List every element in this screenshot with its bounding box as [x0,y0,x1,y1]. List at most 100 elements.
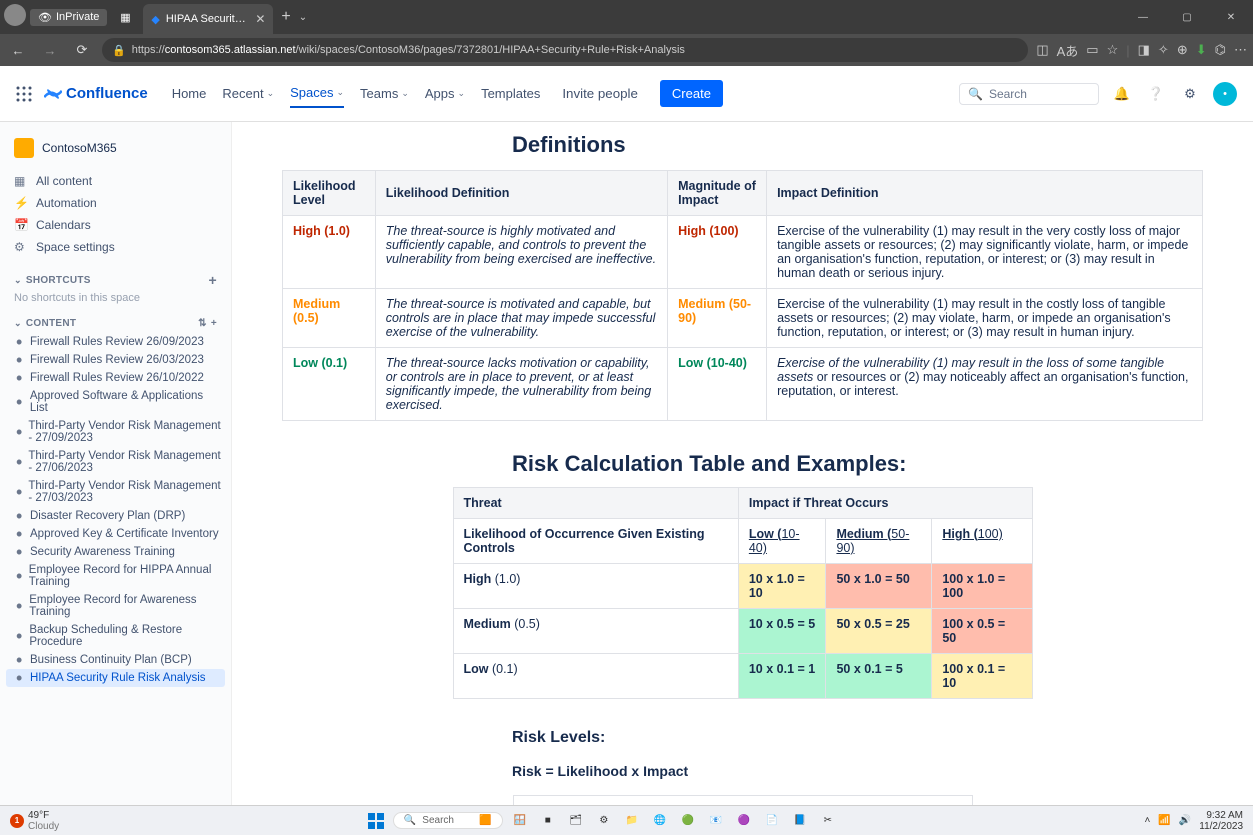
content-item[interactable]: •Third-Party Vendor Risk Management - 27… [6,417,225,447]
search-input[interactable]: 🔍 Search [959,83,1099,105]
impact-magnitude: High (100) [678,224,738,238]
split-screen-icon[interactable]: ▭ [1086,42,1098,58]
weather-widget[interactable]: 1 49°F Cloudy [10,810,59,832]
add-content-button[interactable]: + [211,318,217,329]
bullet-icon: • [16,338,24,346]
nav-home[interactable]: Home [172,79,207,108]
tb-app-9[interactable]: 🟣 [733,810,755,832]
shortcuts-section[interactable]: ⌄ SHORTCUTS + [14,272,217,288]
create-button[interactable]: Create [660,80,723,107]
content-item[interactable]: •Employee Record for Awareness Training [6,591,225,621]
chevron-down-icon: ⌄ [401,88,409,99]
tb-app-3[interactable]: 🗂 [565,810,587,832]
forward-button[interactable]: → [38,43,62,58]
content-item[interactable]: •Firewall Rules Review 26/03/2023 [6,351,225,369]
invite-people-button[interactable]: Invite people [552,80,648,107]
content-item[interactable]: •Employee Record for HIPPA Annual Traini… [6,561,225,591]
nav-templates[interactable]: Templates [481,79,540,108]
content-item[interactable]: •Security Awareness Training [6,543,225,561]
tab-close-icon[interactable]: ✕ [255,12,265,26]
extensions-icon[interactable]: ✧ [1158,42,1169,58]
notifications-icon[interactable]: 🔔 [1111,83,1133,105]
tab-dropdown-icon[interactable]: ⌄ [299,12,307,23]
nav-label: Templates [481,86,540,101]
wifi-icon[interactable]: 📶 [1158,815,1170,826]
content-item-label: Third-Party Vendor Risk Management - 27/… [28,480,221,504]
bullet-icon: • [16,458,22,466]
close-window-button[interactable]: ✕ [1209,0,1253,34]
site-info-icon[interactable]: 🔒 [112,44,126,57]
app-switcher-icon[interactable] [16,86,32,102]
calc-cell: 10 x 0.5 = 5 [738,609,826,654]
refresh-button[interactable]: ⟳ [70,42,94,58]
help-icon[interactable]: ❔ [1145,83,1167,105]
menu-icon[interactable]: ⋯ [1234,42,1247,58]
start-button[interactable] [365,810,387,832]
table-row: Low (0.1)10 x 0.1 = 150 x 0.1 = 5100 x 0… [453,654,1032,699]
new-tab-button[interactable]: + [281,8,290,26]
nav-teams[interactable]: Teams⌄ [360,79,409,108]
nav-apps[interactable]: Apps⌄ [425,79,465,108]
maximize-button[interactable]: ▢ [1165,0,1209,34]
url-field[interactable]: 🔒 https://contosom365.atlassian.net/wiki… [102,38,1028,62]
content-item-label: HIPAA Security Rule Risk Analysis [30,672,206,684]
tray-chevron-icon[interactable]: ˄ [1145,815,1151,826]
tb-app-7[interactable]: 🟢 [677,810,699,832]
definitions-table: Likelihood LevelLikelihood DefinitionMag… [282,170,1203,421]
nav-spaces[interactable]: Spaces⌄ [290,79,344,108]
sidebar-automation[interactable]: ⚡Automation [6,192,225,214]
collections-icon[interactable]: ⊕ [1177,42,1188,58]
content-item-label: Business Continuity Plan (BCP) [30,654,192,666]
tb-app-10[interactable]: 📄 [761,810,783,832]
sidebar-all-content[interactable]: ▦All content [6,170,225,192]
browser-tab[interactable]: ◆ HIPAA Security Rule Risk Analysis ✕ [143,4,273,34]
settings-icon[interactable]: ⚙ [1179,83,1201,105]
add-shortcut-button[interactable]: + [209,272,217,288]
tb-app-5[interactable]: 📁 [621,810,643,832]
table-header: Likelihood Level [283,171,376,216]
tb-app-8[interactable]: 📧 [705,810,727,832]
avatar[interactable]: • [1213,82,1237,106]
content-item[interactable]: •HIPAA Security Rule Risk Analysis [6,669,225,687]
tb-app-4[interactable]: ⚙ [593,810,615,832]
content-item[interactable]: •Firewall Rules Review 26/10/2022 [6,369,225,387]
tb-app-11[interactable]: 📘 [789,810,811,832]
tb-app-1[interactable]: 🪟 [509,810,531,832]
tb-app-2[interactable]: ■ [537,810,559,832]
content-section[interactable]: ⌄ CONTENT ⇅ + [14,318,217,329]
taskbar-search[interactable]: 🔍Search🟧 [393,812,503,829]
content-item[interactable]: •Disaster Recovery Plan (DRP) [6,507,225,525]
volume-icon[interactable]: 🔊 [1179,815,1191,826]
content-item[interactable]: •Third-Party Vendor Risk Management - 27… [6,477,225,507]
confluence-logo[interactable]: Confluence [44,85,148,103]
content-item[interactable]: •Third-Party Vendor Risk Management - 27… [6,447,225,477]
nav-recent[interactable]: Recent⌄ [222,79,274,108]
minimize-button[interactable]: — [1121,0,1165,34]
taskbar-search-label: Search [422,815,454,826]
favorites-icon[interactable]: ☆ [1107,42,1119,58]
content-item[interactable]: •Approved Key & Certificate Inventory [6,525,225,543]
content-item[interactable]: •Approved Software & Applications List [6,387,225,417]
user-profile-badge[interactable] [4,4,26,26]
sidebar-toggle-icon[interactable]: ◨ [1138,42,1150,58]
content-item[interactable]: •Backup Scheduling & Restore Procedure [6,621,225,651]
space-header[interactable]: ContosoM365 [14,138,217,158]
chevron-down-icon: ⌄ [458,88,466,99]
content-item[interactable]: •Firewall Rules Review 26/09/2023 [6,333,225,351]
content-item-label: Third-Party Vendor Risk Management - 27/… [28,420,221,444]
tb-app-6[interactable]: 🌐 [649,810,671,832]
sidebar-calendars[interactable]: 📅Calendars [6,214,225,236]
clock[interactable]: 9:32 AM 11/2/2023 [1199,810,1243,832]
grid-icon: ▦ [14,174,28,188]
content-item[interactable]: •Business Continuity Plan (BCP) [6,651,225,669]
downloads-icon[interactable]: ⬇ [1196,42,1207,58]
filter-icon[interactable]: ⇅ [198,318,207,329]
calc-cell: 50 x 0.5 = 25 [826,609,932,654]
tb-app-12[interactable]: ✂ [817,810,839,832]
back-button[interactable]: ← [6,43,30,58]
read-aloud-icon[interactable]: Aあ [1057,41,1079,60]
profile-icon[interactable]: ⌬ [1215,42,1226,58]
tab-actions-icon[interactable]: ▦ [113,5,137,29]
app-icon[interactable]: ◫ [1036,42,1048,58]
sidebar-space-settings[interactable]: ⚙Space settings [6,236,225,258]
